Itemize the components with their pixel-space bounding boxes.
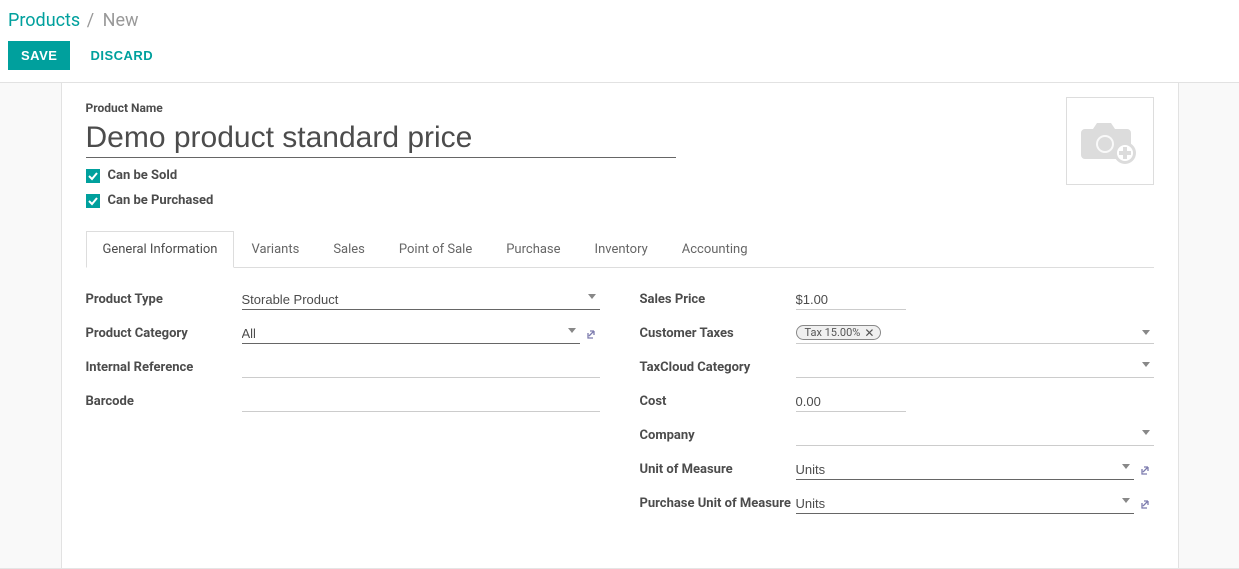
product-image-placeholder[interactable] bbox=[1066, 97, 1154, 185]
can-be-purchased-label[interactable]: Can be Purchased bbox=[108, 193, 214, 208]
internal-reference-input[interactable] bbox=[242, 358, 600, 378]
tab-inventory[interactable]: Inventory bbox=[578, 231, 665, 268]
product-type-label: Product Type bbox=[86, 290, 242, 307]
can-be-sold-label[interactable]: Can be Sold bbox=[108, 168, 178, 183]
tax-tag-label: Tax 15.00% bbox=[805, 326, 861, 339]
tab-purchase[interactable]: Purchase bbox=[489, 231, 577, 268]
product-type-select[interactable] bbox=[242, 290, 600, 310]
check-icon bbox=[88, 171, 98, 181]
action-bar: SAVE DISCARD bbox=[0, 31, 1239, 82]
tab-variants[interactable]: Variants bbox=[234, 231, 316, 268]
external-link-icon[interactable] bbox=[1140, 497, 1154, 511]
taxcloud-category-label: TaxCloud Category bbox=[640, 358, 796, 375]
check-icon bbox=[88, 196, 98, 206]
right-column: Sales Price Customer Taxes Tax 15.00% ✕ bbox=[640, 290, 1154, 528]
customer-taxes-field[interactable]: Tax 15.00% ✕ bbox=[796, 324, 1154, 344]
breadcrumb-current: New bbox=[103, 10, 139, 31]
uom-select[interactable] bbox=[796, 460, 1134, 480]
external-link-icon[interactable] bbox=[1140, 463, 1154, 477]
form-sheet: Product Name Can be Sold Can be Purchase… bbox=[61, 83, 1179, 568]
discard-button[interactable]: DISCARD bbox=[84, 47, 159, 64]
camera-plus-icon bbox=[1079, 117, 1141, 165]
close-icon[interactable]: ✕ bbox=[864, 327, 874, 339]
external-link-icon[interactable] bbox=[586, 327, 600, 341]
chevron-down-icon[interactable] bbox=[1142, 430, 1150, 435]
barcode-label: Barcode bbox=[86, 392, 242, 409]
tax-tag[interactable]: Tax 15.00% ✕ bbox=[796, 325, 882, 340]
can-be-purchased-checkbox[interactable] bbox=[86, 194, 100, 208]
chevron-down-icon[interactable] bbox=[1122, 464, 1130, 469]
product-name-input[interactable] bbox=[86, 117, 676, 158]
left-column: Product Type Product Category bbox=[86, 290, 600, 528]
barcode-input[interactable] bbox=[242, 392, 600, 412]
chevron-down-icon[interactable] bbox=[588, 294, 596, 299]
taxcloud-category-select[interactable] bbox=[796, 358, 1154, 378]
tab-sales[interactable]: Sales bbox=[316, 231, 382, 268]
company-select[interactable] bbox=[796, 426, 1154, 446]
breadcrumb-separator: / bbox=[87, 10, 94, 31]
save-button[interactable]: SAVE bbox=[8, 41, 70, 70]
product-category-select[interactable] bbox=[242, 324, 580, 344]
chevron-down-icon[interactable] bbox=[1142, 330, 1150, 335]
breadcrumb-parent[interactable]: Products bbox=[8, 10, 80, 31]
uom-label: Unit of Measure bbox=[640, 460, 796, 477]
can-be-sold-checkbox[interactable] bbox=[86, 169, 100, 183]
tabs: General Information Variants Sales Point… bbox=[86, 230, 1154, 268]
cost-input[interactable] bbox=[796, 392, 906, 412]
sales-price-input[interactable] bbox=[796, 290, 906, 310]
purchase-uom-label: Purchase Unit of Measure bbox=[640, 494, 796, 511]
purchase-uom-select[interactable] bbox=[796, 494, 1134, 514]
cost-label: Cost bbox=[640, 392, 796, 409]
product-name-label: Product Name bbox=[86, 101, 1154, 115]
company-label: Company bbox=[640, 426, 796, 443]
chevron-down-icon[interactable] bbox=[1122, 498, 1130, 503]
tab-general-information[interactable]: General Information bbox=[86, 231, 235, 268]
internal-reference-label: Internal Reference bbox=[86, 358, 242, 375]
breadcrumb: Products / New bbox=[0, 0, 1239, 31]
sales-price-label: Sales Price bbox=[640, 290, 796, 307]
tab-point-of-sale[interactable]: Point of Sale bbox=[382, 231, 489, 268]
customer-taxes-label: Customer Taxes bbox=[640, 324, 796, 341]
chevron-down-icon[interactable] bbox=[568, 328, 576, 333]
chevron-down-icon[interactable] bbox=[1142, 362, 1150, 367]
product-category-label: Product Category bbox=[86, 324, 242, 341]
tab-accounting[interactable]: Accounting bbox=[665, 231, 765, 268]
